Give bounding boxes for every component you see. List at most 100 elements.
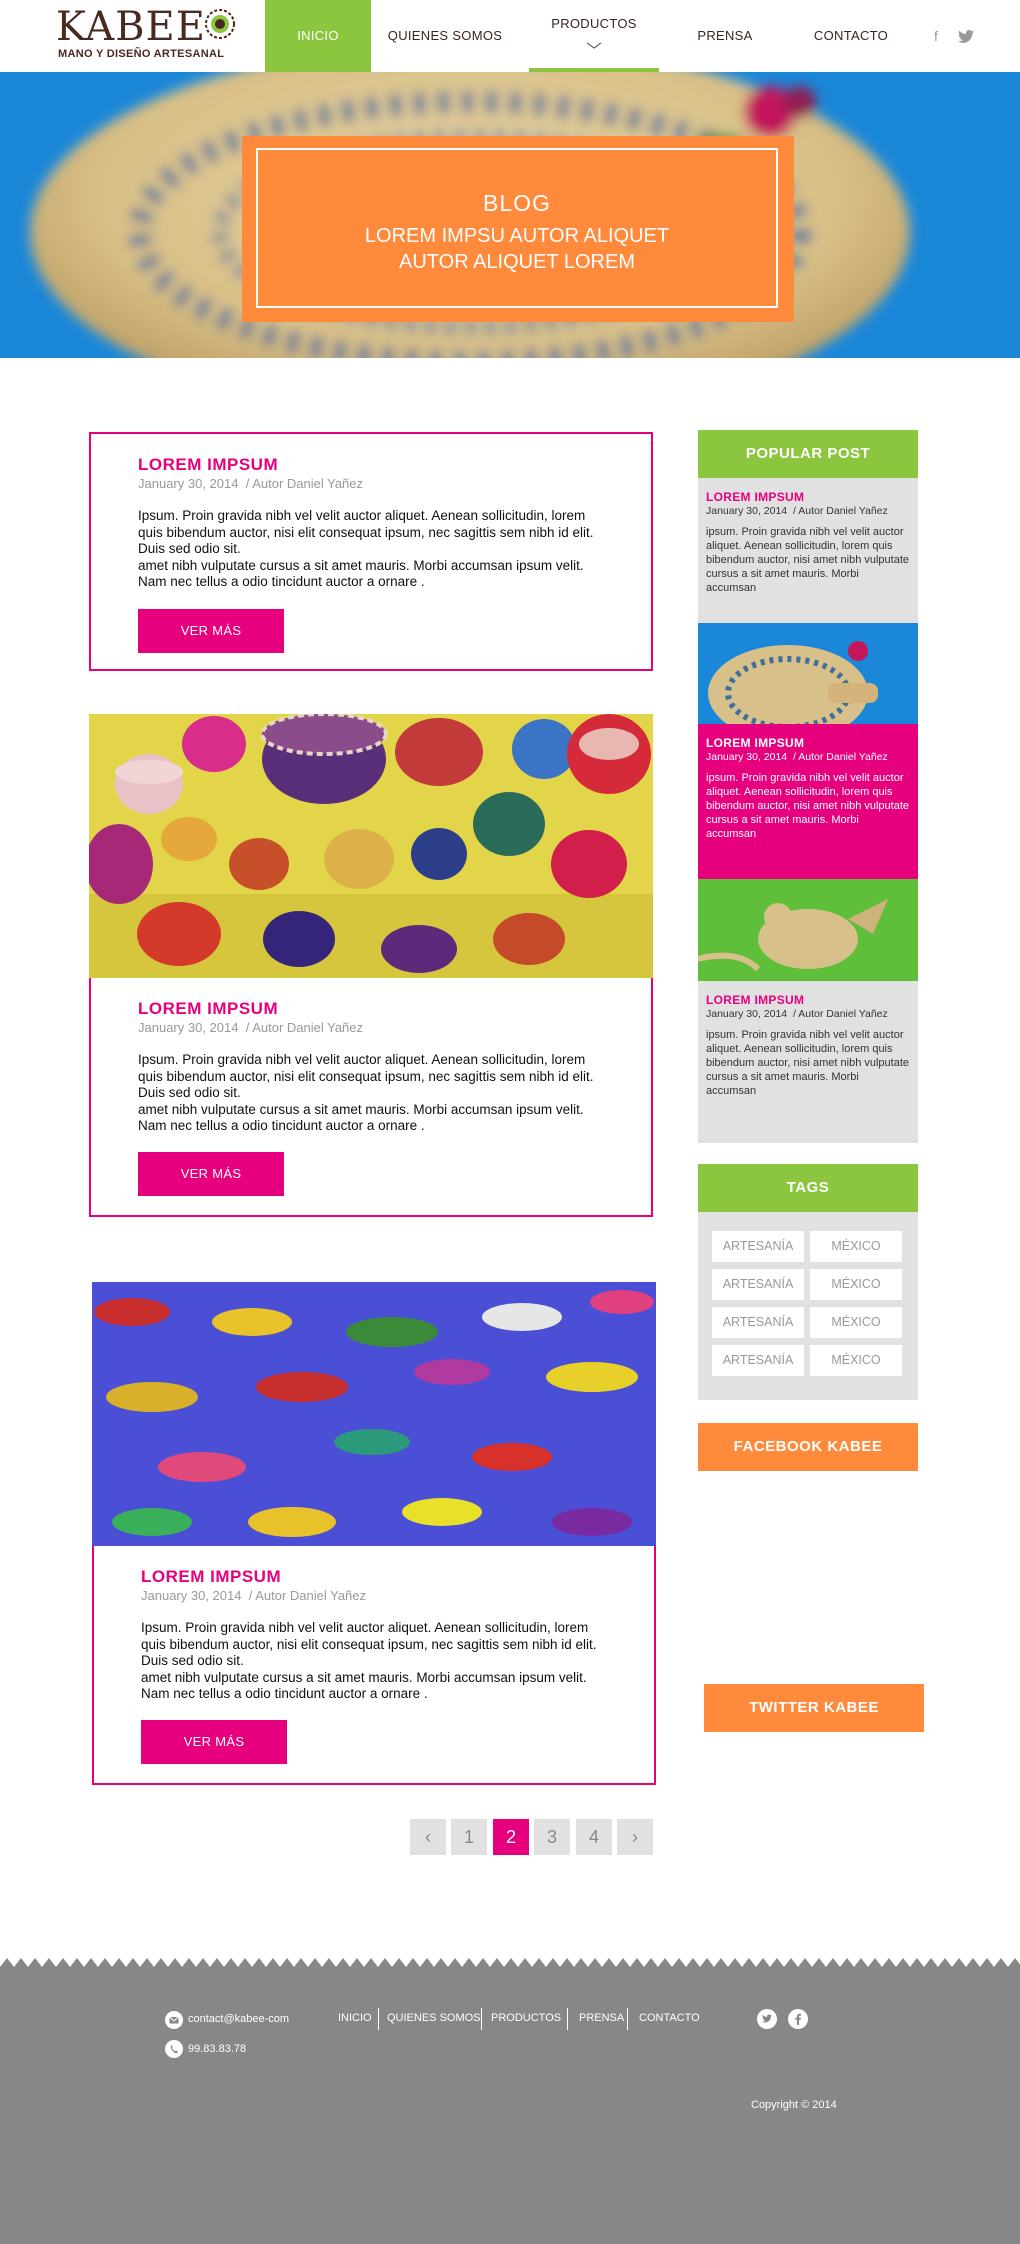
blog-post: LOREM IMPSUM January 30, 2014 / Autor Da… [89,714,653,1217]
post-excerpt: Ipsum. Proin gravida nibh vel velit auct… [138,508,608,591]
post-excerpt-para-1: Ipsum. Proin gravida nibh vel velit auct… [138,508,594,556]
footer-zigzag-background [0,1958,1020,2244]
popular-post-excerpt: ipsum. Proin gravida nibh vel velit auct… [706,772,910,840]
nav-item-prensa[interactable]: PRENSA [670,0,780,72]
footer-copyright: Copyright © 2014 [751,2099,837,2111]
post-date: January 30, 2014 [138,476,239,491]
popular-post-excerpt: ipsum. Proin gravida nibh vel velit auct… [706,526,910,594]
hero-subtitle: LOREM IMPSU AUTOR ALIQUET AUTOR ALIQUET … [364,225,670,273]
post-meta: January 30, 2014 / Autor Daniel Yañez [138,476,363,491]
post-image-woven-fish[interactable] [92,1282,656,1546]
tag-artesania[interactable]: ARTESANÍA [712,1345,804,1376]
popular-post-meta: January 30, 2014 / Autor Daniel Yañez [706,751,910,763]
popular-post-image-bird[interactable] [698,879,918,981]
footer-link-divider [481,2008,482,2030]
tag-mexico[interactable]: MÉXICO [810,1307,902,1338]
post-author: / Autor Daniel Yañez [248,1588,367,1603]
popular-post-title: LOREM IMPSUM [706,993,805,1007]
twitter-kabee-heading[interactable]: TWITTER KABEE [704,1684,924,1732]
popular-post-item[interactable]: LOREM IMPSUM January 30, 2014 / Autor Da… [698,478,918,623]
pagination-page-3[interactable]: 3 [534,1819,570,1855]
popular-post-title: LOREM IMPSUM [706,490,805,504]
hero-title: BLOG [483,190,551,216]
facebook-icon[interactable]: f [934,28,938,44]
chevron-down-icon [586,42,602,49]
tag-artesania[interactable]: ARTESANÍA [712,1307,804,1338]
nav-item-productos-label: PRODUCTOS [551,16,637,31]
post-excerpt: Ipsum. Proin gravida nibh vel velit auct… [138,1052,608,1135]
top-nav: KABEE MANO Y DISEÑO ARTESANAL INICIO QUI… [0,0,1020,74]
kabee-logo[interactable]: KABEE MANO Y DISEÑO ARTESANAL [56,4,236,68]
ver-mas-button[interactable]: VER MÁS [141,1720,287,1764]
tag-mexico[interactable]: MÉXICO [810,1231,902,1262]
post-excerpt-para-2: amet nibh vulputate cursus a sit amet ma… [141,1669,587,1702]
hero-title-card: BLOG LOREM IMPSU AUTOR ALIQUET AUTOR ALI… [242,136,794,322]
post-date: January 30, 2014 [141,1588,242,1603]
post-meta: January 30, 2014 / Autor Daniel Yañez [138,1020,363,1035]
footer-link-prensa[interactable]: PRENSA [579,2012,624,2024]
ver-mas-button[interactable]: VER MÁS [138,609,284,653]
phone-icon [165,2040,183,2058]
popular-post-image-fan[interactable] [698,623,918,724]
hero-title-frame: BLOG LOREM IMPSU AUTOR ALIQUET AUTOR ALI… [256,148,778,308]
footer-link-contacto[interactable]: CONTACTO [639,2012,700,2024]
hero-banner: BLOG LOREM IMPSU AUTOR ALIQUET AUTOR ALI… [0,72,1020,358]
footer-link-divider [378,2008,379,2030]
post-image-woven-baskets[interactable] [89,714,653,978]
popular-post-heading: POPULAR POST [698,430,918,478]
tags-heading: TAGS [698,1164,918,1212]
post-excerpt: Ipsum. Proin gravida nibh vel velit auct… [141,1620,611,1703]
popular-post-meta: January 30, 2014 / Autor Daniel Yañez [706,1008,910,1020]
twitter-icon[interactable] [757,2009,777,2029]
nav-item-contacto[interactable]: CONTACTO [798,0,904,72]
tags-cloud: ARTESANÍA MÉXICO ARTESANÍA MÉXICO ARTESA… [698,1212,918,1400]
tag-mexico[interactable]: MÉXICO [810,1269,902,1300]
post-excerpt-para-1: Ipsum. Proin gravida nibh vel velit auct… [141,1620,597,1668]
footer-link-quienes-somos[interactable]: QUIENES SOMOS [387,2012,481,2024]
popular-post-excerpt: ipsum. Proin gravida nibh vel velit auct… [706,1029,910,1097]
post-excerpt-para-2: amet nibh vulputate cursus a sit amet ma… [138,1101,584,1134]
tag-mexico[interactable]: MÉXICO [810,1345,902,1376]
tag-artesania[interactable]: ARTESANÍA [712,1269,804,1300]
nav-item-quienes-somos[interactable]: QUIENES SOMOS [378,0,512,72]
popular-post-author: / Autor Daniel Yañez [793,505,888,517]
popular-post-meta: January 30, 2014 / Autor Daniel Yañez [706,505,910,517]
post-title[interactable]: LOREM IMPSUM [141,1567,281,1587]
popular-post-author: / Autor Daniel Yañez [793,1008,888,1020]
email-icon [165,2011,183,2029]
nav-item-productos[interactable]: PRODUCTOS [529,0,659,74]
post-title[interactable]: LOREM IMPSUM [138,999,278,1019]
facebook-kabee-heading[interactable]: FACEBOOK KABEE [698,1423,918,1471]
footer [0,1958,1020,2244]
nav-item-inicio[interactable]: INICIO [265,0,371,72]
footer-link-inicio[interactable]: INICIO [338,2012,372,2024]
post-excerpt-para-2: amet nibh vulputate cursus a sit amet ma… [138,557,584,590]
popular-post-item[interactable]: LOREM IMPSUM January 30, 2014 / Autor Da… [698,981,918,1143]
footer-link-divider [567,2008,568,2030]
post-author: / Autor Daniel Yañez [245,1020,364,1035]
tag-artesania[interactable]: ARTESANÍA [712,1231,804,1262]
post-meta: January 30, 2014 / Autor Daniel Yañez [141,1588,366,1603]
popular-post-author: / Autor Daniel Yañez [793,751,888,763]
popular-post-date: January 30, 2014 [706,1008,788,1020]
facebook-icon[interactable] [788,2009,808,2029]
ver-mas-button[interactable]: VER MÁS [138,1152,284,1196]
pagination-page-1[interactable]: 1 [451,1819,487,1855]
footer-link-divider [627,2008,628,2030]
twitter-icon[interactable] [958,30,974,43]
blog-post: LOREM IMPSUM January 30, 2014 / Autor Da… [92,1282,656,1785]
pagination-page-4[interactable]: 4 [576,1819,612,1855]
footer-email[interactable]: contact@kabee-com [188,2013,289,2025]
logo-tagline: MANO Y DISEÑO ARTESANAL [58,48,225,60]
popular-post-item[interactable]: LOREM IMPSUM January 30, 2014 / Autor Da… [698,724,918,879]
post-date: January 30, 2014 [138,1020,239,1035]
post-author: / Autor Daniel Yañez [245,476,364,491]
page: KABEE MANO Y DISEÑO ARTESANAL INICIO QUI… [0,0,1020,2244]
pagination-page-2-current[interactable]: 2 [493,1819,529,1855]
pagination-prev-button[interactable]: ‹ [410,1819,446,1855]
pagination-next-button[interactable]: › [617,1819,653,1855]
blog-post: LOREM IMPSUM January 30, 2014 / Autor Da… [89,432,653,671]
footer-link-productos[interactable]: PRODUCTOS [491,2012,561,2024]
popular-post-date: January 30, 2014 [706,751,788,763]
post-title[interactable]: LOREM IMPSUM [138,455,278,475]
